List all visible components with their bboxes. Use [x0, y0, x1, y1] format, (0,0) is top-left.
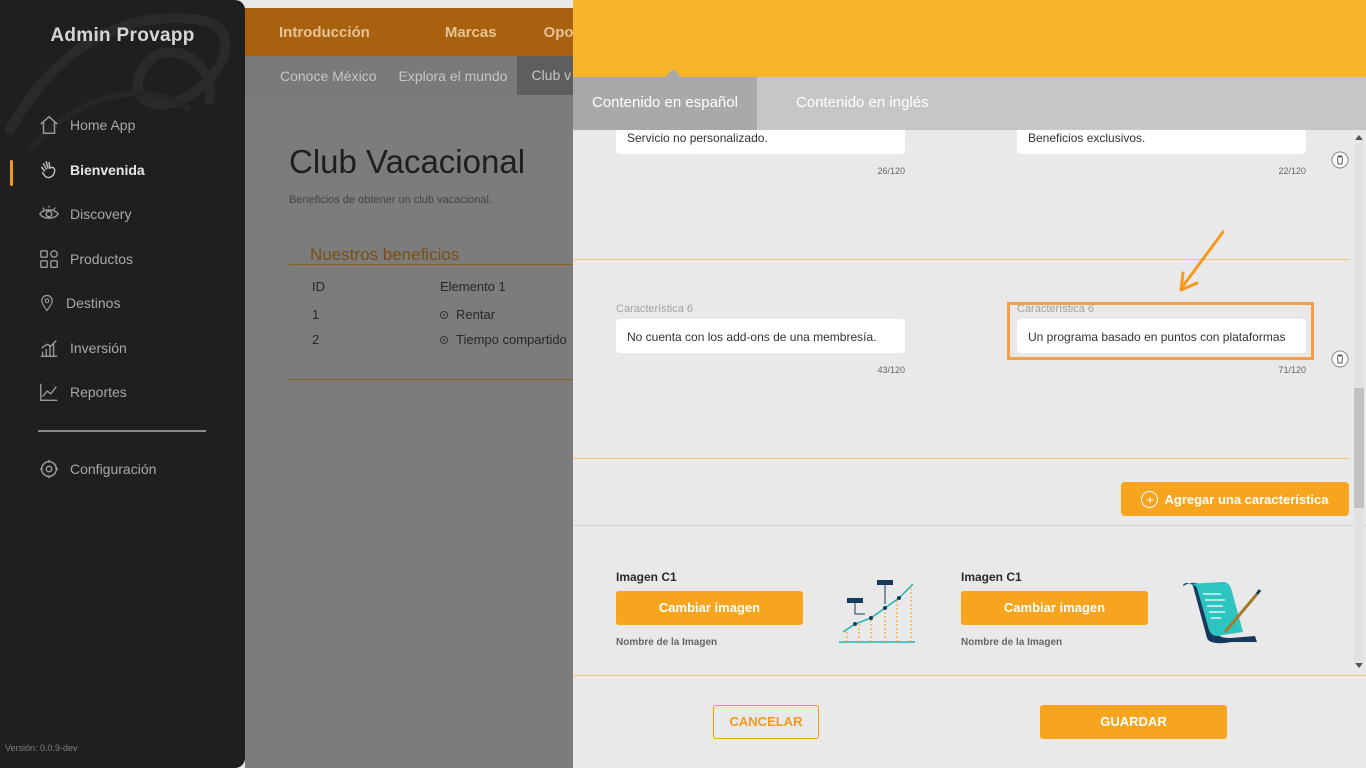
bar-chart-icon: [40, 340, 58, 357]
scrollbar-thumb[interactable]: [1354, 388, 1364, 508]
version-label: Versión: 0.0.9-dev: [5, 743, 78, 753]
image-name-es: Nombre de la Imagen: [616, 637, 718, 648]
sidebar-item-label: Discovery: [70, 206, 132, 222]
char-counter: 71/120: [1278, 365, 1306, 375]
tab-english[interactable]: Contenido en inglés: [777, 77, 948, 130]
table-header-elemento: Elemento 1: [440, 279, 506, 294]
sidebar-item-destinos[interactable]: Destinos: [38, 290, 120, 316]
char-counter: 22/120: [1278, 166, 1306, 176]
scroll-down-icon[interactable]: [1355, 663, 1363, 668]
pointer-arrow-icon: [1179, 230, 1225, 292]
sidebar-item-inversion[interactable]: Inversión: [38, 335, 127, 361]
line-chart-icon: [40, 383, 58, 401]
sidebar-item-configuracion[interactable]: Configuración: [38, 456, 156, 482]
feature5-es-input[interactable]: Servicio no personalizado.: [616, 130, 905, 154]
subnav-explora-mundo[interactable]: Explora el mundo: [399, 68, 508, 84]
save-button[interactable]: GUARDAR: [1040, 705, 1227, 739]
page-subtitle: Beneficios de obtener un club vacacional…: [289, 194, 493, 206]
panel-header: [573, 0, 1366, 77]
page-title: Club Vacacional: [289, 143, 526, 180]
location-pin-icon: [41, 294, 53, 312]
top-navigation: Introducción Marcas Oport: [245, 8, 584, 56]
table-cell-id: 2: [312, 332, 320, 347]
bullet-icon: [440, 336, 448, 344]
row-divider: [573, 458, 1349, 459]
sidebar-item-label: Home App: [70, 117, 136, 133]
sidebar-item-label: Productos: [70, 251, 134, 267]
table-cell-value: Rentar: [440, 307, 495, 322]
card-title: Nuestros beneficios: [310, 245, 460, 264]
tab-notch: [664, 69, 682, 78]
active-indicator: [10, 160, 13, 186]
sidebar-divider: [38, 430, 206, 432]
card-divider: [289, 264, 579, 265]
grid-icon: [40, 250, 58, 268]
table-cell-value: Tiempo compartido: [440, 332, 567, 347]
trash-icon[interactable]: [1331, 151, 1349, 169]
char-counter: 43/120: [877, 365, 905, 375]
image-es-label: Imagen C1: [616, 570, 677, 584]
bullet-icon: [440, 311, 448, 319]
sidebar-item-home-app[interactable]: Home App: [38, 112, 135, 138]
feature6-es-label: Característica 6: [616, 303, 694, 315]
sidebar-item-label: Inversión: [70, 340, 127, 356]
edit-panel: Contenido en español Contenido en inglés…: [573, 0, 1366, 768]
cancel-button[interactable]: CANCELAR: [713, 705, 819, 739]
feature6-es-input[interactable]: No cuenta con los add-ons de una membres…: [616, 319, 905, 353]
sub-navigation: Conoce México Explora el mundo Club v: [245, 56, 586, 95]
section-divider: [573, 525, 1366, 526]
tab-spanish[interactable]: Contenido en español: [573, 69, 757, 130]
table-header-id: ID: [312, 279, 325, 294]
sidebar-item-label: Configuración: [70, 461, 157, 477]
image-name-en: Nombre de la Imagen: [961, 637, 1063, 648]
sidebar-item-discovery[interactable]: Discovery: [38, 201, 131, 227]
panel-scroll-area[interactable]: Servicio no personalizado. 26/120 Benefi…: [573, 130, 1366, 675]
sidebar-item-productos[interactable]: Productos: [38, 246, 133, 272]
home-icon: [40, 115, 58, 134]
gear-icon: [39, 459, 59, 479]
add-feature-button[interactable]: + Agregar una característica: [1121, 482, 1349, 516]
sidebar-item-label: Destinos: [66, 295, 121, 311]
eye-icon: [38, 205, 60, 219]
sidebar: Admin Provapp Home App Bienvenida Discov…: [0, 0, 245, 768]
subnav-conoce-mexico[interactable]: Conoce México: [280, 68, 377, 84]
panel-scrollbar[interactable]: [1352, 130, 1366, 675]
topnav-marcas[interactable]: Marcas: [445, 24, 497, 41]
trash-icon[interactable]: [1331, 350, 1349, 368]
growth-chart-illustration-icon: [839, 580, 915, 643]
sidebar-item-bienvenida[interactable]: Bienvenida: [38, 157, 145, 183]
card-bottom-divider: [289, 379, 579, 380]
document-scroll-illustration-icon: [1183, 582, 1262, 644]
change-image-en-button[interactable]: Cambiar imagen: [961, 591, 1148, 625]
topnav-introduccion[interactable]: Introducción: [279, 24, 370, 41]
brand-title: Admin Provapp: [50, 25, 195, 46]
language-tabs: Contenido en español Contenido en inglés: [573, 69, 1366, 130]
char-counter: 26/120: [877, 166, 905, 176]
scroll-up-icon[interactable]: [1355, 135, 1363, 140]
sidebar-item-label: Reportes: [70, 384, 127, 400]
footer-divider: [573, 675, 1366, 676]
sidebar-item-reportes[interactable]: Reportes: [38, 379, 127, 405]
table-cell-id: 1: [312, 307, 320, 322]
sidebar-item-label: Bienvenida: [70, 162, 145, 178]
feature5-en-input[interactable]: Beneficios exclusivos.: [1017, 130, 1306, 154]
image-en-label: Imagen C1: [961, 570, 1022, 584]
plus-circle-icon: +: [1141, 490, 1159, 508]
highlight-box: [1007, 302, 1314, 360]
change-image-es-button[interactable]: Cambiar imagen: [616, 591, 803, 625]
wave-hand-icon: [40, 161, 56, 179]
